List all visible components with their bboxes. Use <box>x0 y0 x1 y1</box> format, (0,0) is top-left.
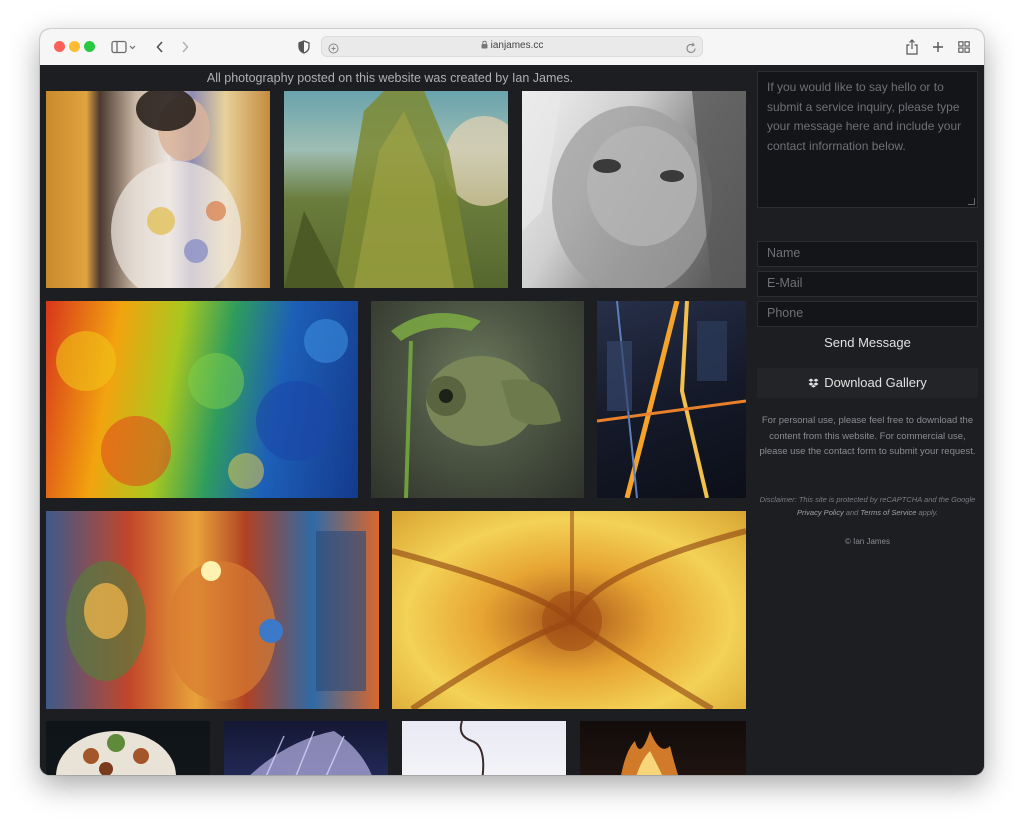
minimize-window-button[interactable] <box>69 41 80 52</box>
disclaimer-suffix: apply. <box>918 508 938 517</box>
copyright-text: © Ian James <box>844 537 891 546</box>
photo-fire[interactable] <box>580 721 746 775</box>
phone-placeholder: Phone <box>767 306 804 320</box>
dropbox-icon <box>808 369 819 399</box>
disclaimer-text: Disclaimer: This site is protected by re… <box>757 493 978 519</box>
name-placeholder: Name <box>767 246 801 260</box>
url-text: ianjames.cc <box>322 40 702 52</box>
phone-field[interactable]: Phone <box>757 301 978 327</box>
terms-of-service-link[interactable]: Terms of Service <box>860 508 916 517</box>
address-bar[interactable]: ianjames.cc <box>321 36 703 57</box>
copyright-notice: All photography posted on this website w… <box>206 71 574 85</box>
photo-color-splash[interactable] <box>46 301 358 498</box>
resize-handle-icon[interactable] <box>968 198 975 205</box>
name-field[interactable]: Name <box>757 241 978 267</box>
photo-lamp[interactable] <box>46 721 210 775</box>
download-gallery-label: Download Gallery <box>824 375 927 390</box>
privacy-policy-link[interactable]: Privacy Policy <box>797 508 844 517</box>
photo-light-bulb[interactable] <box>402 721 566 775</box>
photo-woman-floral-shirt[interactable] <box>46 91 270 288</box>
usage-text: For personal use, please feel free to do… <box>759 415 976 457</box>
send-message-label: Send Message <box>824 335 911 350</box>
chevron-right-icon[interactable] <box>177 37 193 57</box>
email-placeholder: E-Mail <box>767 276 803 290</box>
url-label: ianjames.cc <box>490 40 544 51</box>
download-gallery-button[interactable]: Download Gallery <box>757 368 978 398</box>
close-window-button[interactable] <box>54 41 65 52</box>
browser-toolbar: ianjames.cc <box>40 29 984 66</box>
plus-icon[interactable] <box>930 37 946 57</box>
photo-chameleon[interactable] <box>371 301 584 498</box>
photo-freckled-face[interactable] <box>522 91 746 288</box>
message-placeholder: If you would like to say hello or to sub… <box>767 80 962 153</box>
photo-street-art[interactable] <box>46 511 379 709</box>
chevron-left-icon[interactable] <box>152 37 168 57</box>
web-page: All photography posted on this website w… <box>40 65 984 775</box>
tab-overview-icon[interactable] <box>956 37 972 57</box>
reload-icon[interactable] <box>685 40 697 59</box>
email-field[interactable]: E-Mail <box>757 271 978 297</box>
disclaimer-and: and <box>845 508 859 517</box>
share-icon[interactable] <box>904 37 920 57</box>
photo-tree-canopy[interactable] <box>284 91 508 288</box>
sidebar-icon[interactable] <box>108 37 140 57</box>
photo-jellyfish[interactable] <box>224 721 388 775</box>
disclaimer-prefix: Disclaimer: This site is protected by re… <box>759 495 976 504</box>
photo-fractal[interactable] <box>392 511 746 709</box>
lock-icon <box>481 40 488 52</box>
send-message-button[interactable]: Send Message <box>757 328 978 358</box>
browser-window: ianjames.cc All photography posted on th… <box>40 29 984 775</box>
message-textarea[interactable]: If you would like to say hello or to sub… <box>757 71 978 208</box>
shield-icon[interactable] <box>296 37 312 57</box>
zoom-window-button[interactable] <box>84 41 95 52</box>
photo-city-night[interactable] <box>597 301 746 498</box>
